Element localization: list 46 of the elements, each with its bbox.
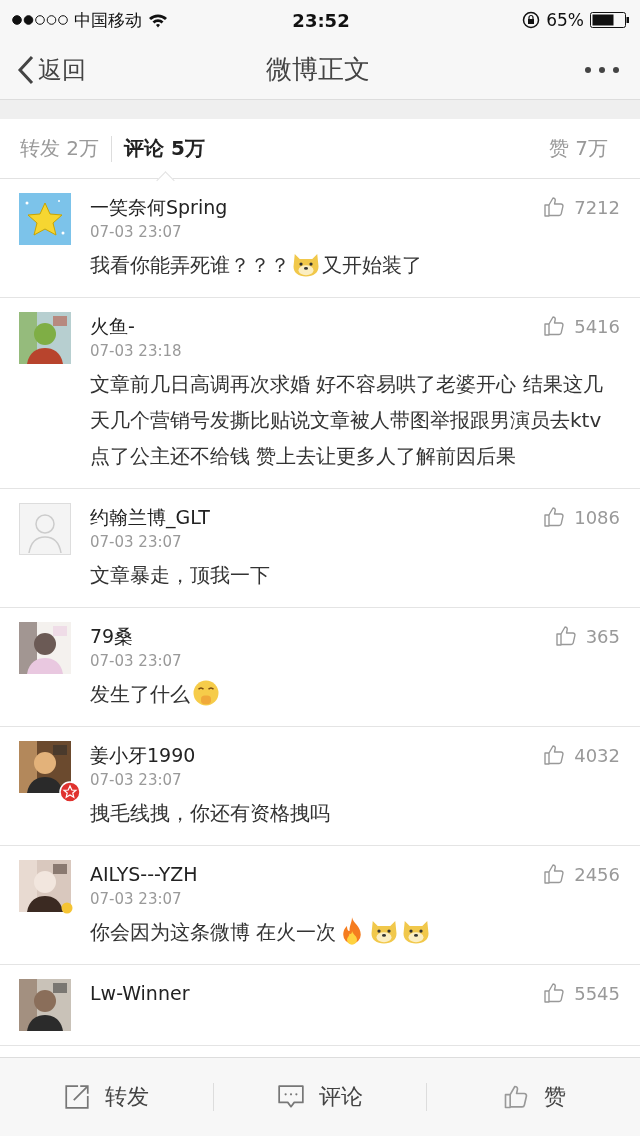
clock-time: 23:52 [292,9,350,31]
battery-icon [590,11,630,29]
comment-time: 07-03 23:07 [90,770,183,791]
thumbs-up-icon [542,981,567,1005]
user-name[interactable]: Lw-Winner [90,979,524,1007]
comment-time: 07-03 23:07 [90,651,183,672]
user-name[interactable]: 姜小牙1990 [90,741,524,769]
star-badge-icon [59,781,81,803]
signal-icon [12,15,68,25]
user-name[interactable]: 79桑 [90,622,535,650]
back-chevron-icon [16,53,36,86]
comment-text: 文章暴走，顶我一下 [90,563,270,587]
default-avatar-icon [19,503,71,555]
thumbs-up-icon [542,743,567,767]
user-name[interactable]: 一笑奈何Spring [90,193,524,221]
comment-text: 我看你能弄死谁？？？ [90,253,290,277]
comment-text: 发生了什么 [90,682,190,706]
comment-text: 又开始装了 [322,253,422,277]
page-title: 微博正文 [265,53,371,86]
wifi-icon [148,12,168,28]
comment-time: 07-03 23:07 [90,889,183,910]
comment-time: 07-03 23:18 [90,341,183,362]
toolbar-button[interactable]: 赞 [427,1072,640,1122]
toolbar-button[interactable]: 评论 [213,1072,427,1122]
comment-text: 文章前几日高调再次求婚 好不容易哄了老婆开心 结果这几天几个营销号发撕比贴说文章被人带图举报跟男演员去ktv点了公主还不给钱 赞上去让更多人了解前因后果 [90,372,603,468]
comment-time: 07-03 23:07 [90,222,183,243]
user-name[interactable]: 火鱼- [90,312,524,340]
thumbs-up-icon [553,624,578,648]
rotation-lock-icon [522,11,541,29]
toolbar-button[interactable]: 转发 [0,1072,213,1122]
carrier-name: 中国移动 [74,8,142,32]
badge-icon [61,902,73,914]
thumbs-up-icon [542,862,567,886]
back-button[interactable]: 返回 [16,53,136,86]
comment-time: 07-03 23:07 [90,532,183,553]
battery-percent: 65% [546,10,584,30]
comment-text: 拽毛线拽，你还有资格拽吗 [90,801,330,825]
thumbs-up-icon [542,505,567,529]
hand-over-mouth-emoji-icon [191,678,221,708]
comment-text: 你会因为这条微博 在火一次 [90,920,337,944]
user-name[interactable]: 约翰兰博_GLT [90,503,524,531]
share-icon [63,1083,92,1111]
more-icon[interactable] [584,65,620,74]
thumbs-up-icon [542,195,567,219]
thumbs-up-icon [542,314,567,338]
user-name[interactable]: AILYS---YZH [90,860,524,888]
